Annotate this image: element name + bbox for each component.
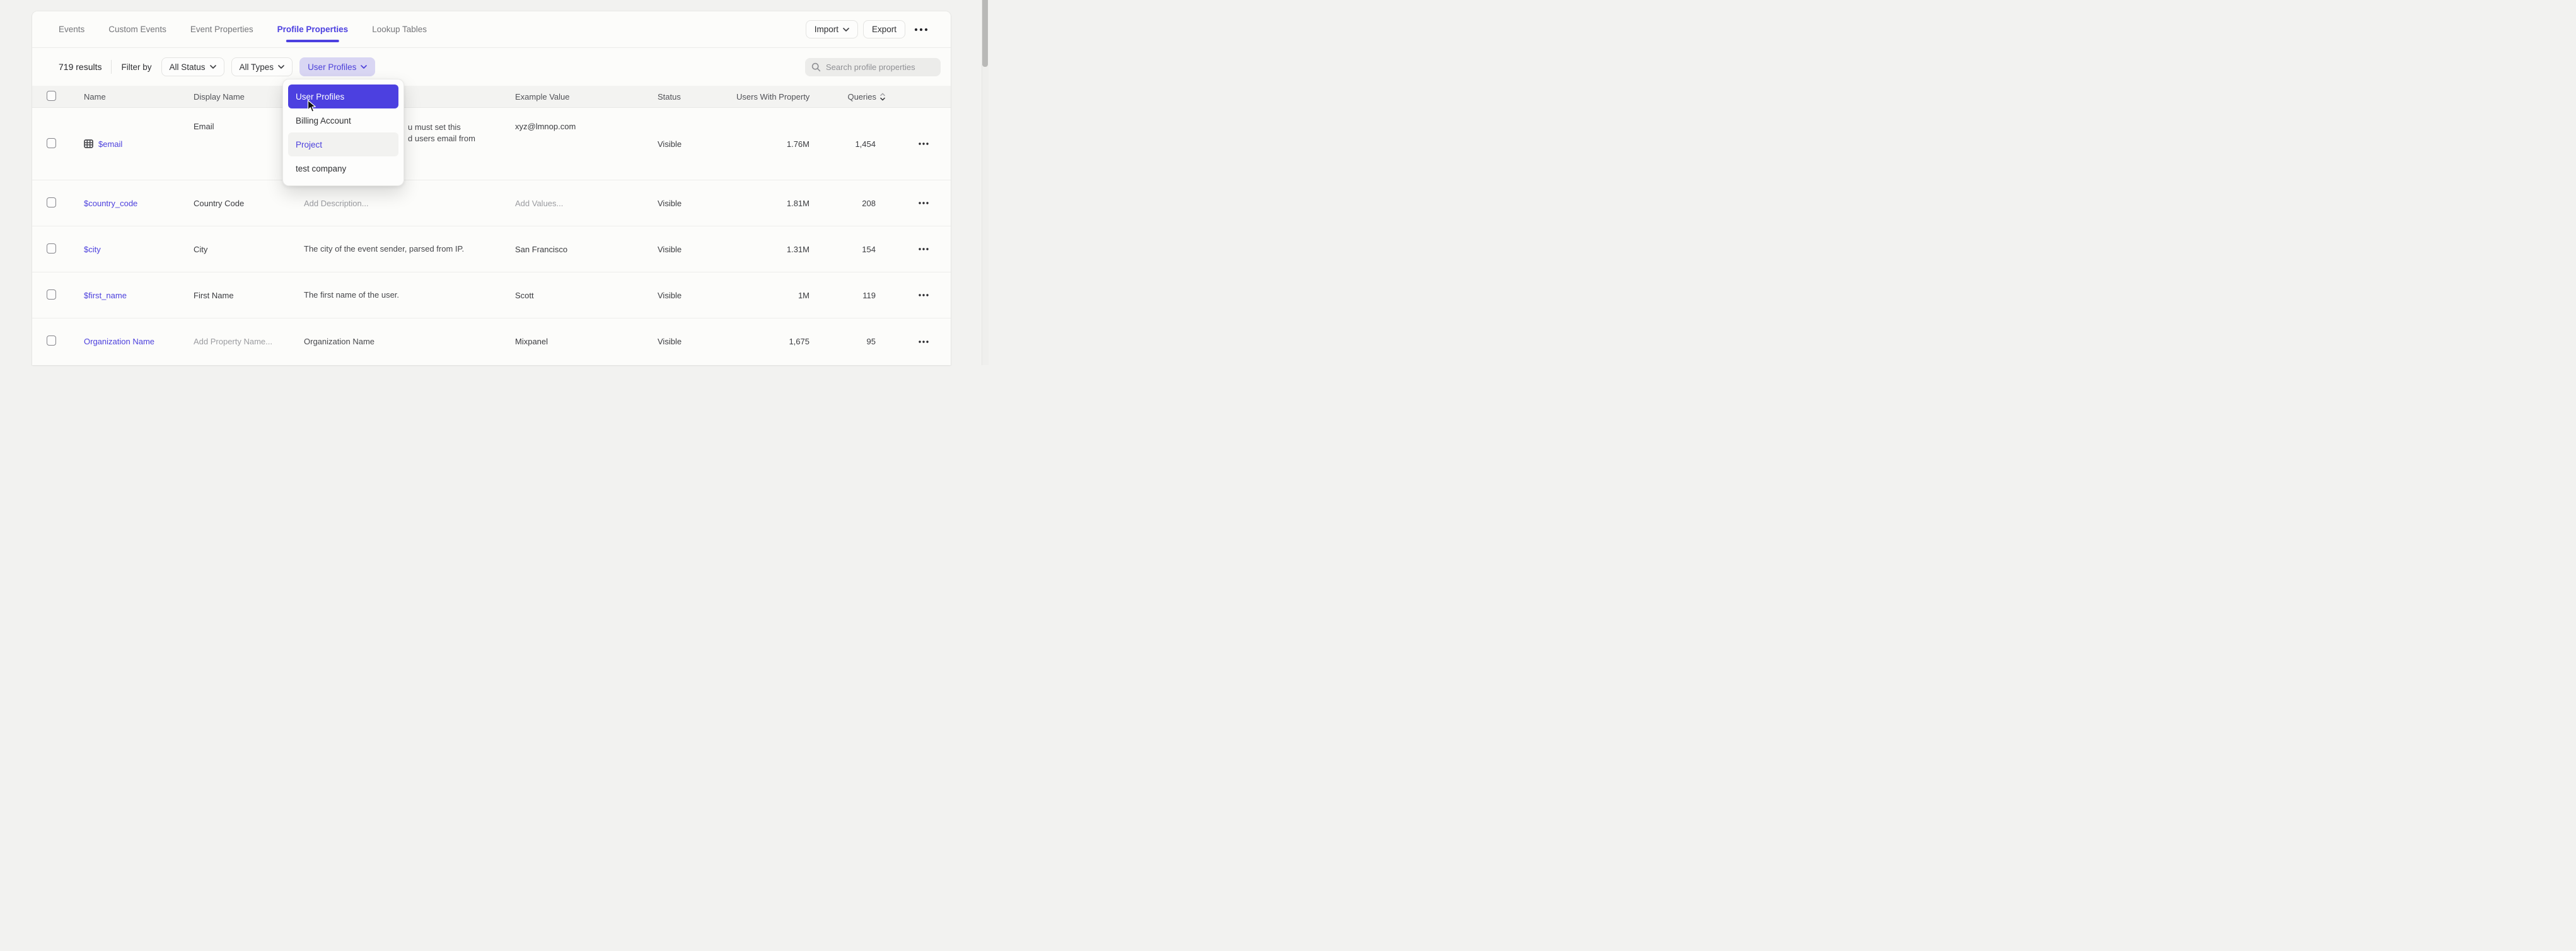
- toolbar: Import Export: [806, 20, 932, 38]
- users-with-property-cell: 1M: [736, 291, 809, 300]
- status-filter-label: All Status: [170, 62, 206, 72]
- queries-cell: 95: [809, 337, 886, 346]
- display-name-cell[interactable]: Add Property Name...: [194, 337, 304, 346]
- column-header-name[interactable]: Name: [84, 92, 194, 102]
- filter-row: 719 results Filter by All Status All Typ…: [32, 48, 951, 86]
- column-header-example-value[interactable]: Example Value: [515, 92, 658, 102]
- import-button[interactable]: Import: [806, 20, 858, 38]
- property-name-link[interactable]: $country_code: [84, 199, 137, 208]
- property-name-link[interactable]: Organization Name: [84, 337, 154, 346]
- status-filter-dropdown[interactable]: All Status: [161, 57, 224, 76]
- column-header-users-with-property[interactable]: Users With Property: [736, 92, 809, 102]
- tabs-row: Events Custom Events Event Properties Pr…: [32, 11, 951, 48]
- type-filter-label: All Types: [240, 62, 274, 72]
- profile-type-filter-dropdown[interactable]: User Profiles: [299, 57, 375, 76]
- row-actions-button[interactable]: [886, 248, 951, 250]
- row-actions-button[interactable]: [886, 341, 951, 343]
- search-icon: [811, 62, 821, 72]
- profile-type-filter-label: User Profiles: [308, 62, 356, 72]
- table-row: $country_code Country Code Add Descripti…: [32, 180, 951, 226]
- type-filter-dropdown[interactable]: All Types: [231, 57, 293, 76]
- status-cell[interactable]: Visible: [658, 337, 736, 346]
- scrollbar-thumb[interactable]: [982, 0, 988, 67]
- example-value-cell[interactable]: Add Values...: [515, 199, 658, 208]
- row-checkbox[interactable]: [47, 335, 56, 346]
- column-header-status[interactable]: Status: [658, 92, 736, 102]
- tab-lookup-tables[interactable]: Lookup Tables: [372, 11, 427, 48]
- display-name-cell[interactable]: Country Code: [194, 199, 304, 208]
- example-value-cell[interactable]: xyz@lmnop.com: [515, 108, 658, 131]
- properties-panel: Events Custom Events Event Properties Pr…: [32, 11, 951, 365]
- scrollbar-track[interactable]: [982, 0, 989, 365]
- table-row: $city City The city of the event sender,…: [32, 226, 951, 272]
- users-with-property-cell: 1,675: [736, 337, 809, 346]
- row-actions-button[interactable]: [886, 143, 951, 145]
- queries-cell: 208: [809, 199, 886, 208]
- menu-item-user-profiles[interactable]: User Profiles: [288, 85, 398, 108]
- table-header: Name Display Name Example Value Status U…: [32, 86, 951, 108]
- table-grid-icon: [84, 139, 93, 148]
- queries-cell: 119: [809, 291, 886, 300]
- description-line: u must set this: [408, 122, 515, 133]
- users-with-property-cell: 1.81M: [736, 199, 809, 208]
- display-name-cell[interactable]: City: [194, 245, 304, 254]
- row-checkbox[interactable]: [47, 289, 56, 300]
- status-cell[interactable]: Visible: [658, 139, 736, 149]
- description-cell[interactable]: Add Description...: [304, 199, 515, 208]
- example-value-cell[interactable]: San Francisco: [515, 245, 658, 254]
- menu-item-project[interactable]: Project: [288, 132, 398, 156]
- export-button-label: Export: [872, 25, 896, 34]
- chevron-down-icon: [210, 65, 216, 69]
- queries-cell: 154: [809, 245, 886, 254]
- table-row: $first_name First Name The first name of…: [32, 272, 951, 318]
- column-header-queries-label: Queries: [847, 92, 876, 102]
- divider: [111, 60, 112, 74]
- property-name-link[interactable]: $city: [84, 245, 101, 254]
- row-checkbox[interactable]: [47, 138, 56, 148]
- chevron-down-icon: [843, 28, 849, 32]
- display-name-cell[interactable]: First Name: [194, 291, 304, 300]
- chevron-down-icon: [278, 65, 284, 69]
- users-with-property-cell: 1.76M: [736, 139, 809, 149]
- description-line: d users email from: [408, 133, 515, 144]
- column-header-queries[interactable]: Queries: [809, 92, 886, 102]
- description-cell[interactable]: The city of the event sender, parsed fro…: [304, 243, 515, 255]
- select-all-checkbox[interactable]: [47, 91, 56, 101]
- tab-events[interactable]: Events: [59, 11, 84, 48]
- example-value-cell[interactable]: Scott: [515, 291, 658, 300]
- row-actions-button[interactable]: [886, 202, 951, 204]
- table-row: $email Email u must set this d users ema…: [32, 108, 951, 180]
- tab-custom-events[interactable]: Custom Events: [108, 11, 166, 48]
- menu-item-test-company[interactable]: test company: [288, 156, 398, 180]
- import-button-label: Import: [815, 25, 838, 34]
- property-name-link[interactable]: $email: [98, 139, 122, 149]
- sort-icon[interactable]: [879, 93, 886, 101]
- row-checkbox[interactable]: [47, 243, 56, 254]
- status-cell[interactable]: Visible: [658, 245, 736, 254]
- status-cell[interactable]: Visible: [658, 199, 736, 208]
- filter-by-label: Filter by: [121, 62, 151, 72]
- table-row: Organization Name Add Property Name... O…: [32, 318, 951, 365]
- queries-cell: 1,454: [809, 139, 886, 149]
- chevron-down-icon: [361, 65, 367, 69]
- export-button[interactable]: Export: [863, 20, 905, 38]
- property-name-link[interactable]: $first_name: [84, 291, 127, 300]
- row-checkbox[interactable]: [47, 197, 56, 207]
- tab-profile-properties[interactable]: Profile Properties: [277, 11, 349, 48]
- search-box: [805, 58, 941, 76]
- users-with-property-cell: 1.31M: [736, 245, 809, 254]
- search-input[interactable]: [826, 62, 937, 72]
- status-cell[interactable]: Visible: [658, 291, 736, 300]
- results-count: 719 results: [59, 62, 102, 72]
- profile-type-dropdown-menu: User Profiles Billing Account Project te…: [282, 79, 404, 186]
- row-actions-button[interactable]: [886, 294, 951, 296]
- example-value-cell[interactable]: Mixpanel: [515, 337, 658, 346]
- description-cell[interactable]: The first name of the user.: [304, 289, 515, 301]
- tab-event-properties[interactable]: Event Properties: [190, 11, 253, 48]
- more-options-button[interactable]: [910, 28, 932, 32]
- menu-item-billing-account[interactable]: Billing Account: [288, 108, 398, 132]
- ellipsis-icon: [914, 28, 928, 32]
- description-cell[interactable]: Organization Name: [304, 336, 515, 347]
- tab-bar: Events Custom Events Event Properties Pr…: [59, 11, 806, 48]
